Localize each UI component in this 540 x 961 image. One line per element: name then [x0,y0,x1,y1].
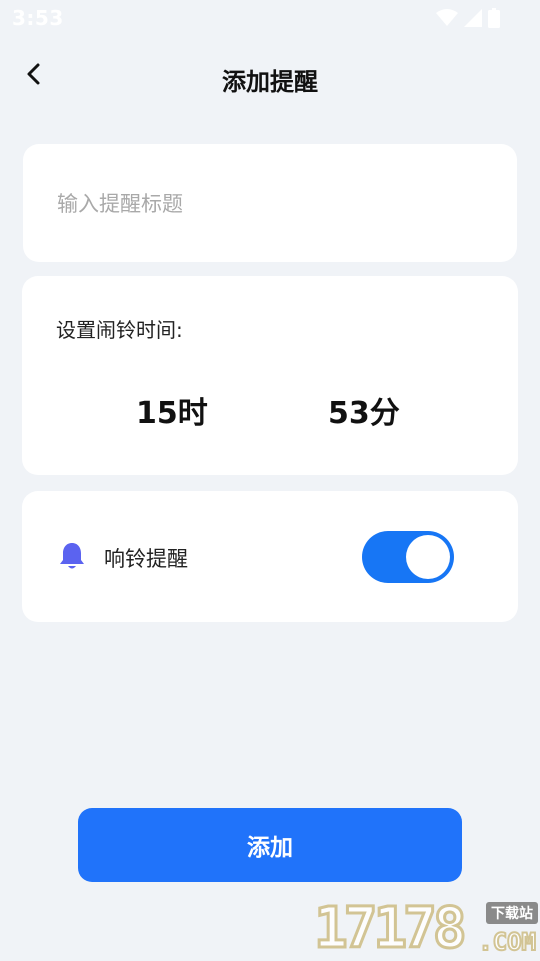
toggle-knob [406,535,450,579]
header: 添加提醒 [0,50,540,104]
reminder-title-input[interactable] [57,182,477,226]
title-input-card [23,144,517,262]
watermark-digits: 17178 [313,896,469,961]
add-button[interactable]: 添加 [78,808,462,882]
hour-picker[interactable]: 15 时 [136,388,208,432]
status-time: 3:53 [12,6,64,30]
hour-value: 15 [136,396,178,431]
status-icons [436,8,500,28]
watermark-badge: 下载站 [486,902,538,924]
minute-picker[interactable]: 53 分 [328,388,400,432]
status-bar: 3:53 [0,0,540,36]
watermark-suffix: .COM [477,927,537,957]
cell-signal-icon [464,9,482,27]
wifi-icon [436,9,458,27]
ring-reminder-label: 响铃提醒 [104,547,188,571]
alarm-time-label: 设置闹铃时间: [56,318,183,342]
alarm-time-card: 设置闹铃时间: 15 时 53 分 [22,276,518,475]
ring-reminder-card: 响铃提醒 [22,491,518,622]
page-title: 添加提醒 [222,68,318,96]
minute-value: 53 [328,396,370,431]
watermark-logo: 17178 下载站 .COM [313,896,540,961]
bell-icon [56,540,88,576]
hour-unit: 时 [177,396,208,431]
battery-icon [488,8,500,28]
minute-unit: 分 [369,396,400,431]
ring-reminder-toggle[interactable] [362,531,454,583]
